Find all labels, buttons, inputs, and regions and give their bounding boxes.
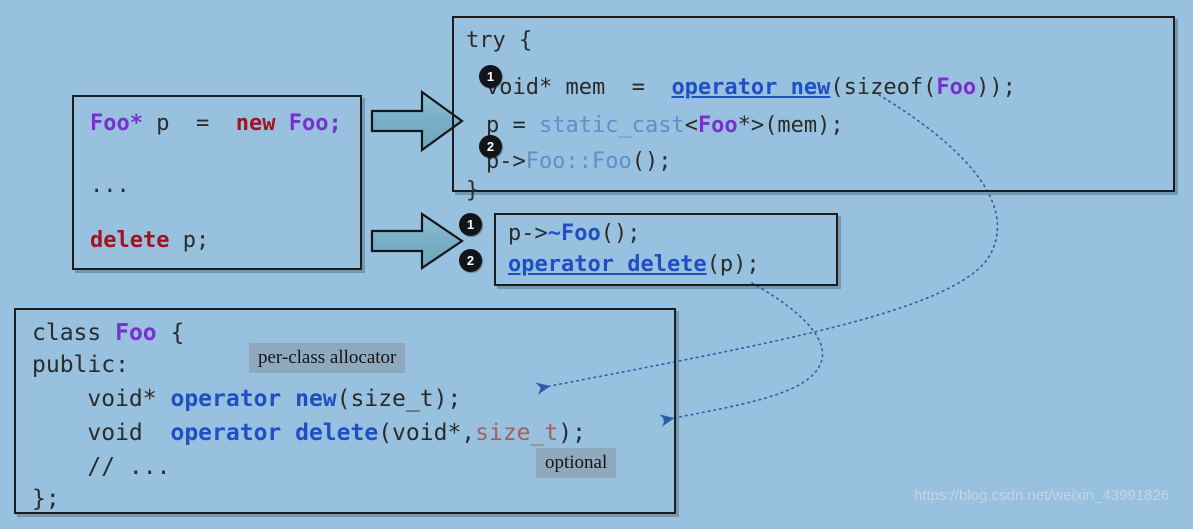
class-definition-box: class Foo { public: void* operator new(s… <box>14 308 676 514</box>
token-angle-close: *> <box>737 113 765 138</box>
token-class-open-brace: { <box>156 320 185 346</box>
token-member-operator-delete: operator delete <box>170 420 379 446</box>
arrow-delete-icon <box>370 211 464 271</box>
token-static-cast: static_cast <box>538 113 685 138</box>
token-mem-arg: (mem); <box>764 113 844 138</box>
token-delete-keyword: delete <box>90 228 170 253</box>
token-p-arrow-dtor: p-> <box>508 221 548 246</box>
callout-optional: optional <box>536 448 617 478</box>
token-size-t-param: size_t <box>475 420 559 446</box>
token-opdel-params-close: ); <box>558 420 586 446</box>
token-angle-open: < <box>684 113 698 138</box>
watermark-text: https://blog.csdn.net/weixin_43991826 <box>914 487 1170 504</box>
code-line-static-cast: p = static_cast<Foo*>(mem); <box>486 113 844 138</box>
new-expression-box: Foo* p = new Foo; ... delete p; <box>72 95 362 270</box>
step-badge-delete-1: 1 <box>459 213 482 236</box>
token-opdel-return: void <box>32 420 171 446</box>
code-line-class-decl: class Foo { <box>32 320 184 346</box>
code-line-try: try { <box>466 28 532 53</box>
token-operator-delete: operator delete <box>508 252 707 277</box>
token-comment: // ... <box>32 454 171 480</box>
token-foo-cast: Foo <box>697 113 738 138</box>
token-foo-ctor: Foo; <box>288 111 342 136</box>
callout-per-class-allocator: per-class allocator <box>249 343 406 373</box>
code-line-delete-statement: delete p; <box>90 228 209 254</box>
token-member-operator-new: operator new <box>170 386 337 412</box>
token-foo-type: Foo <box>90 111 130 136</box>
token-sizeof-open: (sizeof( <box>830 75 937 100</box>
token-try: try { <box>466 28 533 53</box>
token-public-label: public: <box>32 352 129 378</box>
token-opdel-params-open: (void*, <box>378 420 476 446</box>
code-line-public: public: <box>32 352 129 378</box>
step-badge-new-2: 2 <box>479 135 502 158</box>
token-close-brace: } <box>466 178 480 203</box>
token-class-end: }; <box>32 486 60 512</box>
code-line-new-expression: Foo* p = new Foo; <box>90 111 342 137</box>
token-foo-sizeof: Foo <box>936 75 977 100</box>
token-foo-destructor: ~Foo <box>547 221 601 246</box>
token-p-assign: p = <box>143 111 236 136</box>
token-p-semicolon: p; <box>169 228 210 253</box>
token-opnew-return: void* <box>32 386 171 412</box>
code-line-constructor-call: p->Foo::Foo(); <box>486 149 671 174</box>
code-line-operator-new-call: void* mem = operator new(sizeof(Foo)); <box>486 75 1016 100</box>
token-pointer-star: * <box>129 111 143 136</box>
diagram-canvas: Foo* p = new Foo; ... delete p; try { vo… <box>0 0 1193 529</box>
token-new-keyword: new <box>235 111 276 136</box>
code-line-comment: // ... <box>32 454 170 480</box>
token-void-mem: void* mem = <box>486 75 672 100</box>
delete-expansion-box: p->~Foo(); operator delete(p); <box>494 213 838 286</box>
code-line-member-operator-new: void* operator new(size_t); <box>32 386 461 412</box>
code-line-member-operator-delete: void operator delete(void*,size_t); <box>32 420 586 446</box>
code-line-operator-delete-call: operator delete(p); <box>508 252 760 277</box>
code-line-closing-brace: } <box>466 178 479 203</box>
code-line-class-end: }; <box>32 486 60 512</box>
code-line-destructor-call: p->~Foo(); <box>508 221 640 246</box>
token-opdel-arg: (p); <box>706 252 760 277</box>
token-foo-constructor: Foo::Foo <box>525 149 632 174</box>
token-p-assign-cast: p = <box>486 113 539 138</box>
token-opnew-params: (size_t); <box>336 386 462 412</box>
token-class-name-foo: Foo <box>115 320 157 346</box>
step-badge-delete-2: 2 <box>459 249 482 272</box>
step-badge-new-1: 1 <box>479 65 502 88</box>
token-class-keyword: class <box>32 320 116 346</box>
token-operator-new: operator new <box>671 75 831 100</box>
token-sizeof-close: )); <box>976 75 1016 100</box>
curve-operator-delete <box>659 282 824 427</box>
code-line-ellipsis: ... <box>90 173 130 199</box>
token-ellipsis: ... <box>90 173 130 198</box>
token-dtor-parens: (); <box>600 221 641 246</box>
new-expansion-box: try { void* mem = operator new(sizeof(Fo… <box>452 16 1175 203</box>
token-ctor-parens: (); <box>631 149 672 174</box>
